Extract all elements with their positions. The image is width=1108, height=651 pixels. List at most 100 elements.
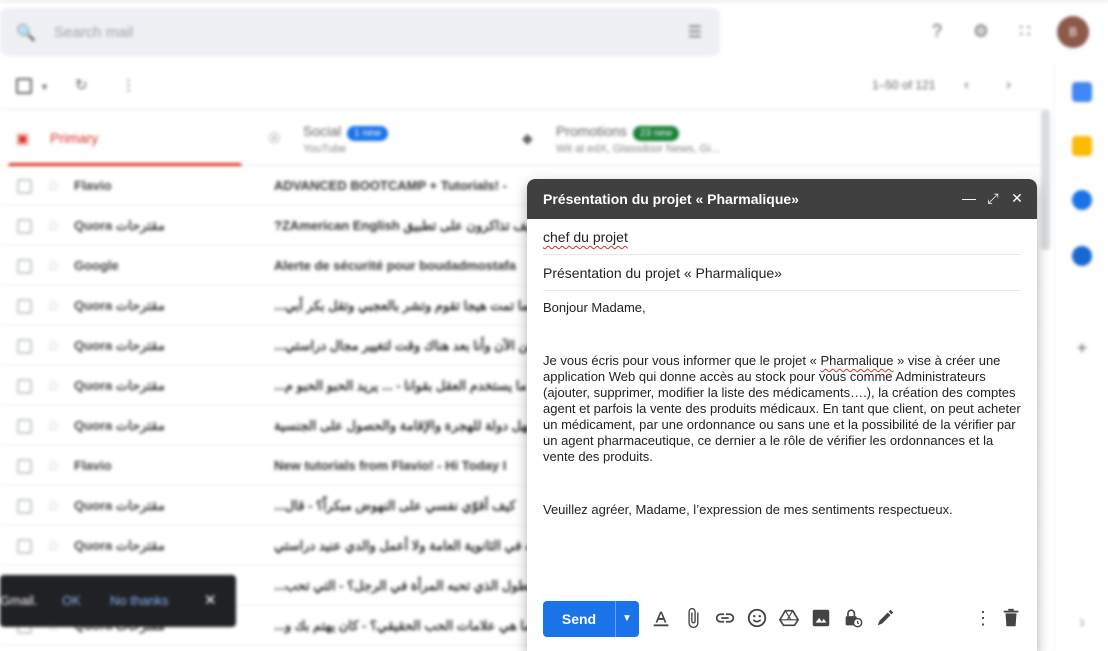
row-checkbox[interactable]: [17, 379, 32, 394]
more-icon[interactable]: ⋮: [121, 76, 136, 94]
row-checkbox[interactable]: [17, 299, 32, 314]
closing-text: Veuillez agréer, Madame, l’expression de…: [543, 502, 953, 517]
add-addon-icon[interactable]: +: [1072, 338, 1092, 358]
tab-primary[interactable]: ▣ Primary: [0, 110, 250, 166]
send-button[interactable]: Send ▼: [543, 601, 639, 637]
row-checkbox[interactable]: [17, 259, 32, 274]
settings-icon[interactable]: ⚙: [970, 20, 992, 42]
more-options-icon[interactable]: ⋮: [972, 607, 994, 629]
email-subject: ...بيرا مهما تمت هيجا تقوم وتشر بالعجبي …: [274, 298, 565, 313]
misspelled-word: Pharmalique: [820, 353, 894, 368]
sender-name: Quora مقترحات: [74, 538, 165, 553]
keep-icon[interactable]: [1072, 136, 1092, 156]
prev-page-icon[interactable]: ‹: [964, 76, 969, 93]
star-icon[interactable]: ☆: [46, 256, 60, 276]
recipients-field[interactable]: chef du projet: [543, 219, 1021, 255]
send-label: Send: [561, 611, 597, 627]
gmail-app: 🔍 Search mail ☰ ? ⚙ ∷ B ▼ ↻ ⋮ 1–50 of 12…: [0, 0, 1108, 651]
calendar-icon[interactable]: [1072, 82, 1092, 102]
discard-draft-icon[interactable]: [1000, 607, 1022, 629]
toast-ok-button[interactable]: OK: [62, 593, 81, 608]
star-icon[interactable]: ☆: [46, 296, 60, 316]
insert-photo-icon[interactable]: [810, 607, 832, 629]
close-icon[interactable]: ✕: [204, 591, 217, 609]
row-checkbox[interactable]: [17, 499, 32, 514]
row-checkbox[interactable]: [17, 219, 32, 234]
minimize-icon[interactable]: —: [960, 189, 978, 207]
tab-social[interactable]: ☉ Social 1 new YouTube: [260, 110, 510, 166]
new-badge: 1 new: [347, 126, 388, 141]
compose-title: Présentation du projet « Pharmalique»: [543, 191, 799, 207]
avatar[interactable]: B: [1057, 16, 1089, 48]
signature-icon[interactable]: [874, 607, 896, 629]
tab-subtitle: YouTube: [303, 143, 347, 155]
row-checkbox[interactable]: [17, 419, 32, 434]
apps-grid-icon[interactable]: ∷: [1014, 20, 1036, 42]
chevron-down-icon[interactable]: ▼: [40, 82, 49, 92]
sender-name: Google: [74, 258, 119, 273]
search-options-icon[interactable]: ☰: [688, 22, 702, 42]
expand-panel-icon[interactable]: ›: [1072, 612, 1092, 632]
row-checkbox[interactable]: [17, 339, 32, 354]
email-subject: ...ما هو الطول الذي تحبه المرأة في الرجل…: [274, 578, 569, 593]
new-badge: 23 new: [632, 126, 680, 141]
row-checkbox[interactable]: [17, 539, 32, 554]
subject-field[interactable]: Présentation du projet « Pharmalique»: [543, 255, 1021, 291]
confidential-mode-icon[interactable]: [842, 607, 864, 629]
greeting-text: Bonjour Madame,: [543, 300, 646, 315]
star-icon[interactable]: ☆: [46, 376, 60, 396]
scrollbar[interactable]: [1041, 110, 1050, 250]
notification-toast: Gmail. OK No thanks ✕: [0, 575, 236, 627]
subject-value: Présentation du projet « Pharmalique»: [543, 265, 782, 281]
select-all-checkbox[interactable]: [16, 78, 32, 94]
top-bar: 🔍 Search mail ☰ ? ⚙ ∷ B: [0, 0, 1108, 62]
tab-label: Primary: [50, 130, 99, 146]
refresh-icon[interactable]: ↻: [75, 76, 88, 94]
formatting-options-icon[interactable]: [650, 607, 672, 629]
schedule-send-icon[interactable]: ▼: [615, 601, 639, 637]
tasks-icon[interactable]: [1072, 190, 1092, 210]
contacts-icon[interactable]: [1072, 246, 1092, 266]
tab-promotions[interactable]: ◆ Promotions 23 new Wit at edX, Glassdoor…: [520, 110, 780, 166]
sender-name: Quora مقترحات: [74, 298, 165, 313]
tab-label: Social: [303, 123, 342, 139]
star-icon[interactable]: ☆: [46, 536, 60, 556]
row-checkbox[interactable]: [17, 179, 32, 194]
compose-header[interactable]: Présentation du projet « Pharmalique» — …: [527, 179, 1037, 219]
row-checkbox[interactable]: [17, 459, 32, 474]
email-subject: ...كيف أقوّي نفسي على النهوض مبكراً؟ - ق…: [274, 498, 516, 513]
next-page-icon[interactable]: ›: [1006, 76, 1011, 93]
search-input[interactable]: Search mail: [54, 24, 133, 41]
people-icon: ☉: [268, 130, 281, 146]
close-icon[interactable]: ✕: [1008, 189, 1026, 207]
compose-toolbar: Send ▼ ⋮: [527, 599, 1037, 643]
emoji-icon[interactable]: [746, 607, 768, 629]
sender-name: Quora مقترحات: [74, 218, 165, 233]
tag-icon: ◆: [522, 130, 533, 146]
email-subject: New tutorials from Flavio! - Hi Today I: [274, 458, 507, 473]
sender-name: Quora مقترحات: [74, 338, 165, 353]
star-icon[interactable]: ☆: [46, 416, 60, 436]
pagination-text: 1–50 of 121: [872, 78, 936, 92]
recipient-value: chef du projet: [543, 229, 628, 245]
star-icon[interactable]: ☆: [46, 216, 60, 236]
email-subject: ?ZAmerican English كيف تذاكرون على تطبيق: [274, 218, 537, 233]
category-tabs: ▣ Primary ☉ Social 1 new YouTube ◆ Promot…: [0, 110, 1050, 166]
inbox-icon: ▣: [16, 130, 30, 146]
star-icon[interactable]: ☆: [46, 336, 60, 356]
fullscreen-icon[interactable]: ⤢: [984, 189, 1002, 207]
help-icon[interactable]: ?: [926, 20, 948, 42]
toast-dismiss-button[interactable]: No thanks: [110, 593, 169, 608]
sender-name: Quora مقترحات: [74, 378, 165, 393]
message-body[interactable]: Bonjour Madame, Je vous écris pour vous …: [543, 300, 1021, 518]
insert-link-icon[interactable]: [714, 607, 736, 629]
google-drive-icon[interactable]: [778, 607, 800, 629]
search-bar[interactable]: 🔍 Search mail ☰: [0, 8, 720, 56]
attach-file-icon[interactable]: [682, 607, 704, 629]
email-subject: ...ما يستخدم العقل بقوانا - ... يريد الح…: [274, 378, 527, 393]
search-icon[interactable]: 🔍: [16, 23, 36, 42]
tab-subtitle: Wit at edX, Glassdoor News, Gi...: [556, 143, 720, 155]
star-icon[interactable]: ☆: [46, 496, 60, 516]
star-icon[interactable]: ☆: [46, 456, 60, 476]
star-icon[interactable]: ☆: [46, 176, 60, 196]
